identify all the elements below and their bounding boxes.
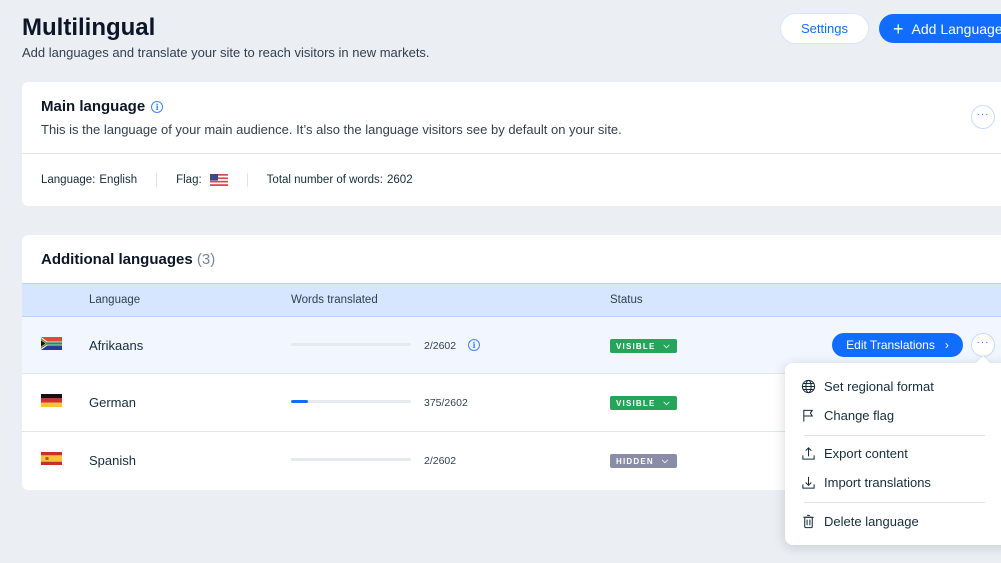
chevron-down-icon: ⌵ [661,456,668,465]
chevron-down-icon: ⌵ [663,398,670,407]
info-icon[interactable]: i [151,100,164,113]
info-icon[interactable]: i [468,339,480,351]
edit-translations-button[interactable]: Edit Translations › [832,333,963,357]
language-value: English [99,174,138,186]
flag-icon [803,409,814,422]
language-name: German [89,395,136,410]
add-language-button[interactable]: + Add Language [879,14,1001,43]
page-subtitle: Add languages and translate your site to… [22,45,430,60]
main-language-details: Language: English Flag: Total number of … [41,173,413,187]
status-dropdown[interactable]: VISIBLE ⌵ [610,339,677,353]
menu-item-delete-language[interactable]: Delete language [801,510,919,532]
language-label: Language: [41,174,96,186]
words-label: Total number of words: [266,174,384,186]
words-translated: 2/2602 [424,455,457,467]
status-label: VISIBLE [616,341,656,351]
menu-item-change-flag[interactable]: Change flag [801,404,894,426]
divider [22,153,1001,154]
translation-progress-bar [291,343,411,346]
main-language-card: Main language i This is the language of … [22,82,1001,206]
status-label: HIDDEN [616,456,654,466]
us-flag-icon [209,174,228,186]
menu-item-label: Export content [824,445,908,461]
column-header-words-translated: Words translated [291,294,378,306]
words-detail: Total number of words: 2602 [267,174,413,186]
flag-detail: Flag: [176,174,228,186]
row-more-button[interactable]: ··· [971,333,995,357]
words-translated: 375/2602 [424,397,468,409]
export-icon [802,446,815,460]
translation-progress-bar [291,400,411,403]
globe-icon [801,379,816,393]
add-language-label: Add Language [911,20,1001,37]
column-header-language: Language [89,294,141,306]
status-dropdown[interactable]: VISIBLE ⌵ [610,396,677,410]
chevron-down-icon: ⌵ [663,341,670,350]
page-title: Multilingual [22,14,156,41]
menu-item-label: Import translations [824,474,931,490]
additional-languages-count: (3) [196,251,216,268]
south-africa-flag-icon [41,337,62,350]
menu-item-export-content[interactable]: Export content [801,442,908,464]
menu-item-import-translations[interactable]: Import translations [801,471,931,493]
additional-languages-title-text: Additional languages [41,251,193,268]
flag-label: Flag: [176,174,202,186]
plus-icon: + [893,18,904,39]
language-name: Spanish [89,453,136,468]
status-dropdown[interactable]: HIDDEN ⌵ [610,454,677,468]
spain-flag-icon [41,452,62,465]
menu-item-label: Set regional format [824,378,934,394]
import-icon [802,476,815,489]
language-detail: Language: English [41,174,137,186]
menu-item-label: Delete language [824,513,919,529]
words-translated: 2/2602 [424,340,457,352]
main-language-description: This is the language of your main audien… [41,122,622,137]
additional-languages-title: Additional languages (3) [41,251,215,268]
progress-fill [291,400,309,403]
main-language-title-text: Main language [41,98,146,115]
menu-item-label: Change flag [824,407,895,423]
table-header: Language Words translated Status [22,283,1001,317]
separator [246,173,248,187]
chevron-right-icon: › [944,338,949,352]
language-name: Afrikaans [89,338,144,353]
trash-icon [803,514,814,528]
main-language-title: Main language i [41,98,164,115]
status-label: VISIBLE [616,398,656,408]
germany-flag-icon [41,394,62,407]
menu-separator [804,502,985,503]
separator [156,173,158,187]
column-header-status: Status [610,294,643,306]
menu-separator [804,435,985,436]
main-language-more-button[interactable]: ··· [971,105,995,129]
settings-button[interactable]: Settings [780,13,869,44]
edit-translations-label: Edit Translations [846,338,935,352]
translation-progress-bar [291,458,411,461]
row-actions-menu: Set regional format Change flag Export c… [785,363,1001,545]
words-value: 2602 [387,174,413,186]
menu-item-set-regional-format[interactable]: Set regional format [801,375,934,397]
